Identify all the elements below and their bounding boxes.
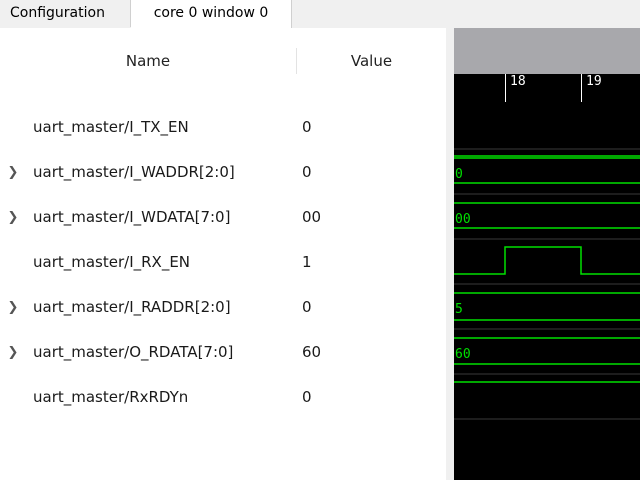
waveform-panel[interactable]: 18 19 0 00 5 60 bbox=[454, 28, 640, 480]
signal-value: 00 bbox=[302, 208, 322, 226]
signal-name: uart_master/O_RDATA[7:0] bbox=[33, 343, 234, 361]
signal-name: uart_master/I_RADDR[2:0] bbox=[33, 298, 231, 316]
tab-configuration[interactable]: Configuration bbox=[0, 0, 131, 27]
signal-value: 0 bbox=[302, 388, 312, 406]
signal-name: uart_master/RxRDYn bbox=[33, 388, 189, 406]
wave-i-raddr bbox=[454, 292, 640, 321]
bus-value-raddr: 5 bbox=[455, 302, 463, 317]
chevron-right-icon[interactable]: ❯ bbox=[6, 330, 20, 375]
signal-name: uart_master/I_TX_EN bbox=[33, 118, 189, 136]
signal-name: uart_master/I_WADDR[2:0] bbox=[33, 163, 235, 181]
signal-row-o-rdata[interactable]: ❯ uart_master/O_RDATA[7:0] 60 bbox=[0, 330, 446, 375]
panel-splitter[interactable] bbox=[446, 28, 454, 480]
signal-value: 0 bbox=[302, 163, 312, 181]
wave-o-rdata bbox=[454, 337, 640, 365]
wave-i-rx-en bbox=[454, 246, 640, 275]
chevron-right-icon[interactable]: ❯ bbox=[6, 195, 20, 240]
signal-row-i-waddr[interactable]: ❯ uart_master/I_WADDR[2:0] 0 bbox=[0, 150, 446, 195]
column-header-value[interactable]: Value bbox=[297, 46, 446, 76]
wave-i-waddr bbox=[454, 157, 640, 184]
signal-row-i-tx-en[interactable]: uart_master/I_TX_EN 0 bbox=[0, 105, 446, 150]
signal-row-i-rx-en[interactable]: uart_master/I_RX_EN 1 bbox=[0, 240, 446, 285]
bus-value-waddr: 0 bbox=[455, 167, 463, 182]
column-header-name[interactable]: Name bbox=[0, 46, 296, 76]
signal-name: uart_master/I_RX_EN bbox=[33, 253, 191, 271]
waveform-traces: 0 00 5 60 bbox=[454, 148, 640, 420]
signal-value: 0 bbox=[302, 298, 312, 316]
signal-row-rxrdyn[interactable]: uart_master/RxRDYn 0 bbox=[0, 375, 446, 420]
chevron-right-icon[interactable]: ❯ bbox=[6, 150, 20, 195]
tab-core-0-window-0[interactable]: core 0 window 0 bbox=[131, 0, 292, 28]
bus-value-wdata: 00 bbox=[455, 212, 471, 227]
tab-bar: Configuration core 0 window 0 bbox=[0, 0, 640, 29]
wave-i-wdata bbox=[454, 202, 640, 229]
bus-value-rdata: 60 bbox=[455, 347, 471, 362]
signal-row-i-wdata[interactable]: ❯ uart_master/I_WDATA[7:0] 00 bbox=[0, 195, 446, 240]
signal-value: 1 bbox=[302, 253, 312, 271]
chevron-right-icon[interactable]: ❯ bbox=[6, 285, 20, 330]
signal-value: 60 bbox=[302, 343, 322, 361]
signal-value: 0 bbox=[302, 118, 312, 136]
signal-name: uart_master/I_WDATA[7:0] bbox=[33, 208, 231, 226]
signal-row-i-raddr[interactable]: ❯ uart_master/I_RADDR[2:0] 0 bbox=[0, 285, 446, 330]
